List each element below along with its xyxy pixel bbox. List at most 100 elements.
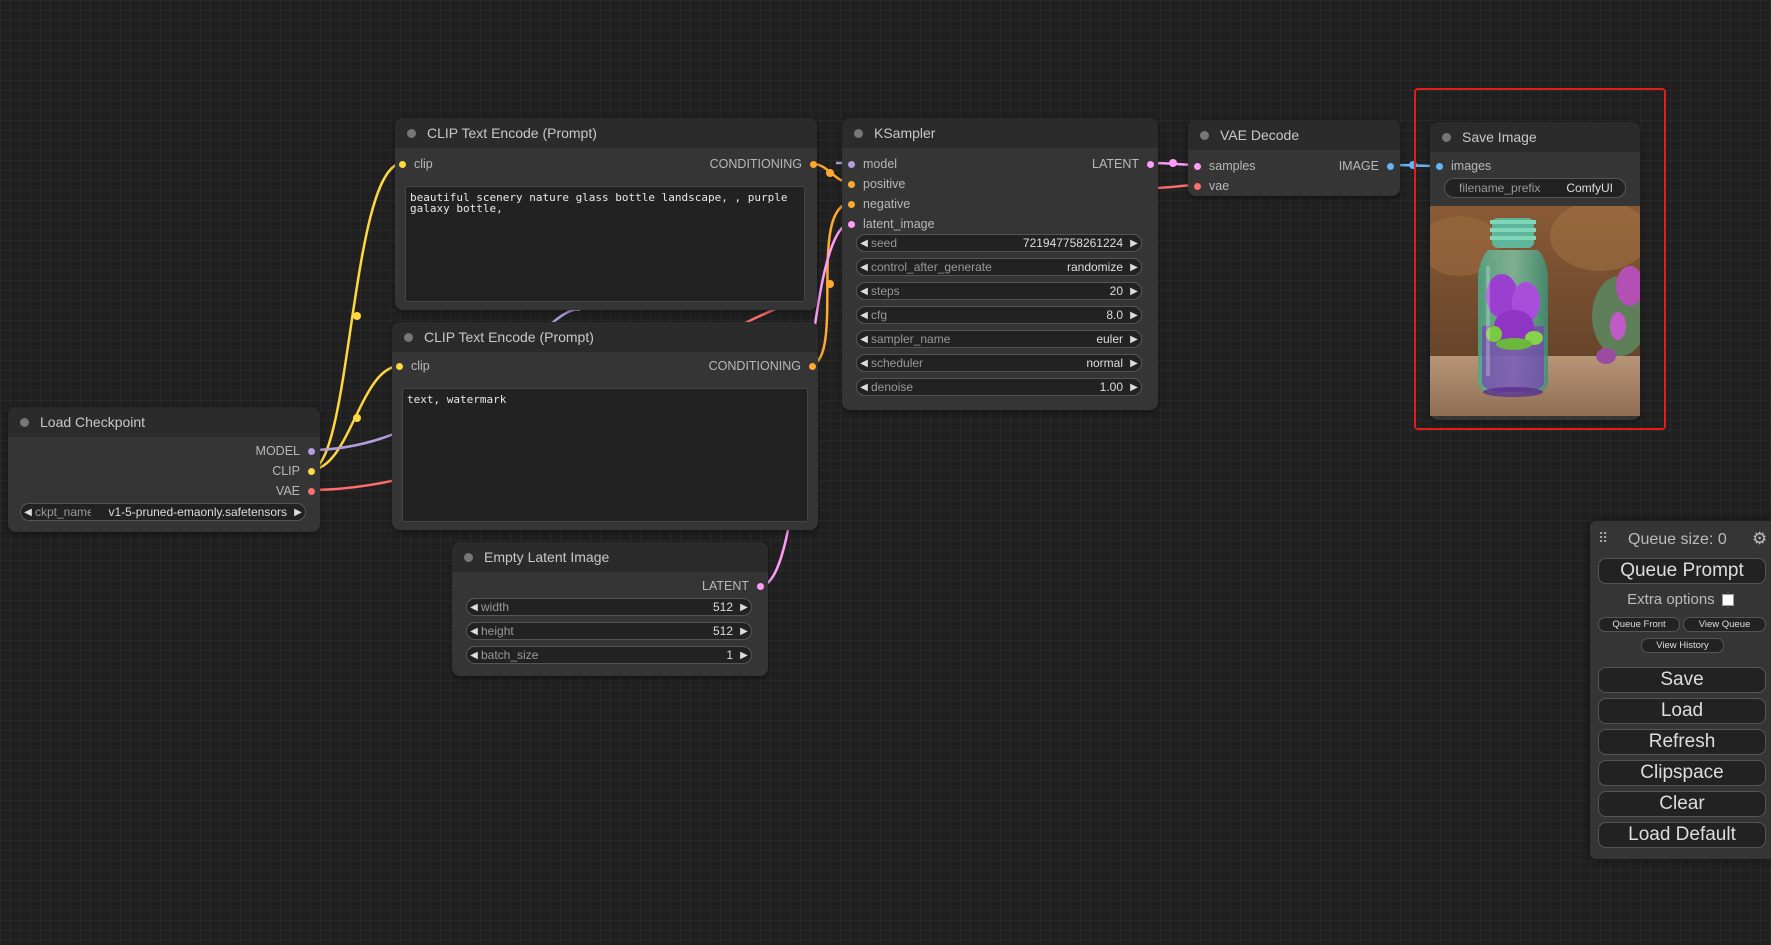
decrement-arrow-icon[interactable]: ◀ xyxy=(857,334,871,345)
widget-scheduler[interactable]: ◀ scheduler normal ▶ xyxy=(856,354,1142,372)
slot-dot[interactable] xyxy=(757,582,764,590)
node-ksampler[interactable]: KSampler model positive negative latent_… xyxy=(842,118,1158,410)
slot-dot[interactable] xyxy=(810,160,817,168)
node-load-checkpoint[interactable]: Load Checkpoint MODEL CLIP VAE ◀ ckpt_na… xyxy=(8,407,320,532)
input-slot-vae[interactable]: vae xyxy=(1194,178,1229,194)
widget-seed[interactable]: ◀ seed 721947758261224 ▶ xyxy=(856,234,1142,252)
collapse-dot[interactable] xyxy=(464,552,473,562)
slot-dot[interactable] xyxy=(308,487,315,495)
collapse-dot[interactable] xyxy=(1200,130,1209,140)
widget-height[interactable]: ◀ height 512 ▶ xyxy=(466,622,752,640)
node-vae-decode[interactable]: VAE Decode samples vae IMAGE xyxy=(1188,120,1400,196)
slot-dot[interactable] xyxy=(809,362,816,370)
input-slot-samples[interactable]: samples xyxy=(1194,158,1256,174)
decrement-arrow-icon[interactable]: ◀ xyxy=(857,382,871,393)
widget-control-after-generate[interactable]: ◀ control_after_generate randomize ▶ xyxy=(856,258,1142,276)
output-slot-latent[interactable]: LATENT xyxy=(702,578,764,594)
decrement-arrow-icon[interactable]: ◀ xyxy=(857,358,871,369)
extra-options-checkbox[interactable] xyxy=(1721,594,1734,607)
increment-arrow-icon[interactable]: ▶ xyxy=(737,602,751,613)
widget-denoise[interactable]: ◀ denoise 1.00 ▶ xyxy=(856,378,1142,396)
slot-dot[interactable] xyxy=(1194,182,1201,190)
widget-cfg[interactable]: ◀ cfg 8.0 ▶ xyxy=(856,306,1142,324)
node-header[interactable]: Load Checkpoint xyxy=(8,407,320,437)
increment-arrow-icon[interactable]: ▶ xyxy=(1127,286,1141,297)
node-clip-text-encode-positive[interactable]: CLIP Text Encode (Prompt) clip CONDITION… xyxy=(395,118,817,310)
widget-batch-size[interactable]: ◀ batch_size 1 ▶ xyxy=(466,646,752,664)
increment-arrow-icon[interactable]: ▶ xyxy=(1127,262,1141,273)
collapse-dot[interactable] xyxy=(20,417,29,427)
clipspace-button[interactable]: Clipspace xyxy=(1598,760,1766,786)
slot-dot[interactable] xyxy=(399,160,406,168)
gear-icon[interactable]: ⚙ xyxy=(1752,529,1767,549)
slot-dot[interactable] xyxy=(848,180,855,188)
collapse-dot[interactable] xyxy=(407,128,416,138)
node-header[interactable]: VAE Decode xyxy=(1188,120,1400,150)
node-save-image[interactable]: Save Image images filename_prefix ComfyU… xyxy=(1430,122,1640,420)
input-slot-latent-image[interactable]: latent_image xyxy=(848,216,935,232)
save-button[interactable]: Save xyxy=(1598,667,1766,693)
prompt-textarea[interactable]: beautiful scenery nature glass bottle la… xyxy=(405,186,805,302)
collapse-dot[interactable] xyxy=(1442,132,1451,142)
collapse-dot[interactable] xyxy=(854,128,863,138)
slot-dot[interactable] xyxy=(308,447,315,455)
queue-front-button[interactable]: Queue Front xyxy=(1598,617,1680,632)
collapse-dot[interactable] xyxy=(404,332,413,342)
load-button[interactable]: Load xyxy=(1598,698,1766,724)
prompt-textarea[interactable]: text, watermark xyxy=(402,388,808,522)
increment-arrow-icon[interactable]: ▶ xyxy=(1127,358,1141,369)
output-slot-conditioning[interactable]: CONDITIONING xyxy=(710,156,817,172)
refresh-button[interactable]: Refresh xyxy=(1598,729,1766,755)
decrement-arrow-icon[interactable]: ◀ xyxy=(857,286,871,297)
queue-prompt-button[interactable]: Queue Prompt xyxy=(1598,558,1766,584)
generated-image-preview[interactable] xyxy=(1430,206,1640,416)
widget-ckpt-name[interactable]: ◀ ckpt_name v1-5-pruned-emaonly.safetens… xyxy=(20,503,306,521)
increment-arrow-icon[interactable]: ▶ xyxy=(737,650,751,661)
increment-arrow-icon[interactable]: ▶ xyxy=(1127,334,1141,345)
node-header[interactable]: KSampler xyxy=(842,118,1158,148)
input-slot-model[interactable]: model xyxy=(848,156,897,172)
node-header[interactable]: CLIP Text Encode (Prompt) xyxy=(392,322,818,352)
input-slot-images[interactable]: images xyxy=(1436,158,1491,174)
decrement-arrow-icon[interactable]: ◀ xyxy=(467,650,481,661)
decrement-arrow-icon[interactable]: ◀ xyxy=(857,262,871,273)
decrement-arrow-icon[interactable]: ◀ xyxy=(857,310,871,321)
drag-handle-icon[interactable]: ⠿ xyxy=(1598,530,1608,547)
output-slot-vae[interactable]: VAE xyxy=(276,483,315,499)
output-slot-model[interactable]: MODEL xyxy=(256,443,315,459)
increment-arrow-icon[interactable]: ▶ xyxy=(291,507,305,518)
decrement-arrow-icon[interactable]: ◀ xyxy=(857,238,871,249)
filename-prefix-field[interactable]: filename_prefix ComfyUI xyxy=(1444,178,1626,198)
slot-dot[interactable] xyxy=(1387,162,1394,170)
increment-arrow-icon[interactable]: ▶ xyxy=(1127,238,1141,249)
view-queue-button[interactable]: View Queue xyxy=(1683,617,1766,632)
widget-steps[interactable]: ◀ steps 20 ▶ xyxy=(856,282,1142,300)
widget-width[interactable]: ◀ width 512 ▶ xyxy=(466,598,752,616)
increment-arrow-icon[interactable]: ▶ xyxy=(1127,382,1141,393)
output-slot-image[interactable]: IMAGE xyxy=(1339,158,1394,174)
decrement-arrow-icon[interactable]: ◀ xyxy=(21,507,35,518)
decrement-arrow-icon[interactable]: ◀ xyxy=(467,626,481,637)
input-slot-negative[interactable]: negative xyxy=(848,196,910,212)
slot-dot[interactable] xyxy=(848,220,855,228)
node-empty-latent-image[interactable]: Empty Latent Image LATENT ◀ width 512 ▶ … xyxy=(452,542,768,676)
input-slot-clip[interactable]: clip xyxy=(399,156,433,172)
view-history-button[interactable]: View History xyxy=(1641,638,1724,653)
input-slot-positive[interactable]: positive xyxy=(848,176,905,192)
slot-dot[interactable] xyxy=(848,200,855,208)
slot-dot[interactable] xyxy=(1147,160,1154,168)
node-header[interactable]: Empty Latent Image xyxy=(452,542,768,572)
node-clip-text-encode-negative[interactable]: CLIP Text Encode (Prompt) clip CONDITION… xyxy=(392,322,818,530)
load-default-button[interactable]: Load Default xyxy=(1598,822,1766,848)
slot-dot[interactable] xyxy=(1194,162,1201,170)
node-header[interactable]: Save Image xyxy=(1430,122,1640,152)
slot-dot[interactable] xyxy=(396,362,403,370)
input-slot-clip[interactable]: clip xyxy=(396,358,430,374)
slot-dot[interactable] xyxy=(848,160,855,168)
output-slot-latent[interactable]: LATENT xyxy=(1092,156,1154,172)
node-header[interactable]: CLIP Text Encode (Prompt) xyxy=(395,118,817,148)
slot-dot[interactable] xyxy=(1436,162,1443,170)
increment-arrow-icon[interactable]: ▶ xyxy=(1127,310,1141,321)
widget-sampler-name[interactable]: ◀ sampler_name euler ▶ xyxy=(856,330,1142,348)
output-slot-conditioning[interactable]: CONDITIONING xyxy=(709,358,816,374)
